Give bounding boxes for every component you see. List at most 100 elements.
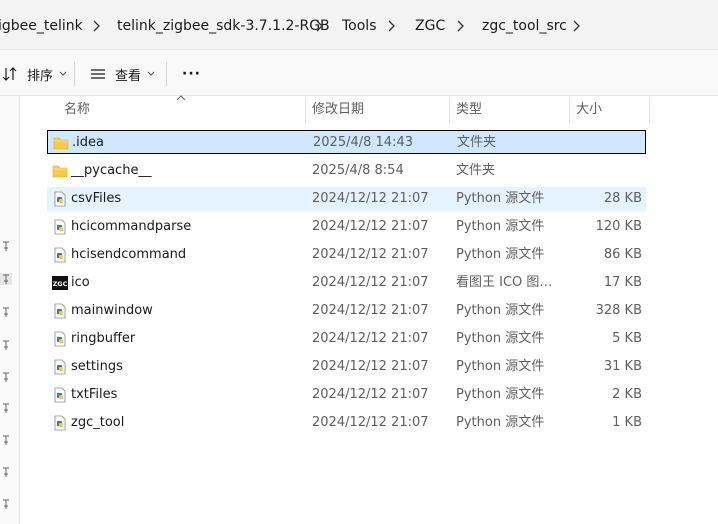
- file-name: zgc_tool: [71, 415, 125, 430]
- column-header-size[interactable]: 大小: [576, 98, 602, 122]
- pin-icon[interactable]: [0, 498, 12, 510]
- sort-ascending-icon: [176, 95, 186, 101]
- pin-icon[interactable]: [0, 402, 12, 414]
- view-button[interactable]: 查看: [90, 62, 155, 86]
- file-size: 28 KB: [603, 191, 642, 206]
- file-name: settings: [71, 359, 123, 374]
- chevron-right-icon[interactable]: [313, 16, 325, 36]
- file-size: 1 KB: [612, 415, 642, 430]
- file-row-txtfiles[interactable]: txtFiles 2024/12/12 21:07 Python 源文件 2 K…: [47, 383, 646, 407]
- file-row-zgc-tool[interactable]: zgc_tool 2024/12/12 21:07 Python 源文件 1 K…: [47, 411, 646, 435]
- column-divider[interactable]: [449, 98, 450, 124]
- column-divider[interactable]: [305, 98, 306, 124]
- file-size: [568, 131, 643, 155]
- python-file-icon: [54, 247, 66, 263]
- chevron-right-icon[interactable]: [570, 16, 582, 36]
- python-file-icon: [54, 359, 66, 375]
- view-button-label: 查看: [115, 68, 142, 84]
- file-row-hcicommandparse[interactable]: hcicommandparse 2024/12/12 21:07 Python …: [47, 215, 646, 239]
- chevron-right-icon[interactable]: [454, 16, 466, 36]
- file-date: 2024/12/12 21:07: [312, 415, 429, 430]
- file-size: 2 KB: [612, 387, 642, 402]
- folder-icon: [53, 137, 69, 150]
- file-size: 17 KB: [603, 275, 642, 290]
- column-divider[interactable]: [649, 98, 650, 124]
- file-size: 31 KB: [603, 359, 642, 374]
- file-name: ringbuffer: [71, 331, 136, 346]
- file-name: ico: [71, 275, 90, 290]
- file-row-csvfiles[interactable]: csvFiles 2024/12/12 21:07 Python 源文件 28 …: [47, 187, 646, 211]
- file-size: 328 KB: [595, 303, 642, 318]
- file-name: mainwindow: [71, 303, 153, 318]
- file-row-settings[interactable]: settings 2024/12/12 21:07 Python 源文件 31 …: [47, 355, 646, 379]
- breadcrumb-item-zgc[interactable]: ZGC: [415, 16, 445, 36]
- breadcrumb-item-zgc-tool-src[interactable]: zgc_tool_src: [482, 16, 567, 36]
- address-bar[interactable]: igbee_telink telink_zigbee_sdk-3.7.1.2-R…: [0, 0, 718, 50]
- python-file-icon: [54, 303, 66, 319]
- view-list-icon: [91, 69, 105, 79]
- file-size: 86 KB: [603, 247, 642, 262]
- sort-button-label: 排序: [27, 68, 54, 84]
- chevron-down-icon: [59, 71, 67, 76]
- file-row-idea[interactable]: .idea 2025/4/8 14:43 文件夹: [47, 130, 646, 154]
- pin-icon[interactable]: [0, 339, 12, 351]
- file-type: Python 源文件: [456, 303, 545, 318]
- pin-icon[interactable]: [0, 371, 12, 383]
- ico-icon-label: ZGC: [53, 280, 68, 288]
- file-row-hcisendcommand[interactable]: hcisendcommand 2024/12/12 21:07 Python 源…: [47, 243, 646, 267]
- file-type: Python 源文件: [456, 247, 545, 262]
- column-header-type[interactable]: 类型: [456, 98, 482, 122]
- pane-splitter[interactable]: [19, 96, 20, 524]
- python-file-icon: [54, 331, 66, 347]
- file-name: __pycache__: [71, 163, 152, 178]
- navigation-pane[interactable]: [0, 96, 20, 524]
- file-row-ringbuffer[interactable]: ringbuffer 2024/12/12 21:07 Python 源文件 5…: [47, 327, 646, 351]
- python-file-icon: [54, 387, 66, 403]
- chevron-right-icon[interactable]: [90, 16, 102, 36]
- command-bar: 排序 查看 ···: [0, 50, 718, 96]
- chevron-right-icon[interactable]: [385, 16, 397, 36]
- pin-icon[interactable]: [0, 240, 12, 252]
- folder-icon: [52, 165, 68, 178]
- file-row-ico[interactable]: ZGC ico 2024/12/12 21:07 看图王 ICO 图片... 1…: [47, 271, 646, 295]
- file-type: Python 源文件: [456, 387, 545, 402]
- file-date: 2024/12/12 21:07: [312, 247, 429, 262]
- file-name: csvFiles: [71, 191, 122, 206]
- file-type: Python 源文件: [456, 219, 545, 234]
- file-name: hcicommandparse: [71, 219, 192, 234]
- pin-icon[interactable]: [0, 466, 12, 478]
- file-type: Python 源文件: [456, 359, 545, 374]
- chevron-down-icon: [147, 71, 155, 76]
- file-name: txtFiles: [71, 387, 118, 402]
- toolbar-divider: [74, 62, 75, 86]
- sort-button[interactable]: 排序: [2, 62, 67, 86]
- file-date: 2024/12/12 21:07: [312, 191, 429, 206]
- file-type: 文件夹: [457, 135, 497, 150]
- file-type: Python 源文件: [456, 191, 545, 206]
- file-row-mainwindow[interactable]: mainwindow 2024/12/12 21:07 Python 源文件 3…: [47, 299, 646, 323]
- python-file-icon: [54, 415, 66, 431]
- pin-icon[interactable]: [0, 273, 12, 285]
- ico-file-icon: ZGC: [52, 276, 68, 290]
- column-divider[interactable]: [569, 98, 570, 124]
- file-date: 2024/12/12 21:07: [312, 219, 429, 234]
- toolbar-divider: [166, 62, 167, 86]
- file-date: 2024/12/12 21:07: [312, 275, 429, 290]
- column-header-date[interactable]: 修改日期: [312, 98, 364, 122]
- breadcrumb-item-igbee-telink[interactable]: igbee_telink: [0, 16, 83, 36]
- file-type: Python 源文件: [456, 331, 545, 346]
- file-date: 2024/12/12 21:07: [312, 387, 429, 402]
- file-row-pycache[interactable]: __pycache__ 2025/4/8 8:54 文件夹: [47, 159, 646, 183]
- breadcrumb-item-sdk[interactable]: telink_zigbee_sdk-3.7.1.2-RGB: [117, 16, 330, 36]
- column-header-name[interactable]: 名称: [64, 98, 90, 122]
- file-date: 2024/12/12 21:07: [312, 303, 429, 318]
- breadcrumb-item-tools[interactable]: Tools: [342, 16, 377, 36]
- file-date: 2024/12/12 21:07: [312, 359, 429, 374]
- file-name: hcisendcommand: [71, 247, 187, 262]
- file-size: 120 KB: [595, 219, 642, 234]
- pin-icon[interactable]: [0, 434, 12, 446]
- more-options-button[interactable]: ···: [182, 62, 201, 86]
- file-name: .idea: [72, 135, 104, 150]
- pin-icon[interactable]: [0, 306, 12, 318]
- file-type: 文件夹: [456, 163, 496, 178]
